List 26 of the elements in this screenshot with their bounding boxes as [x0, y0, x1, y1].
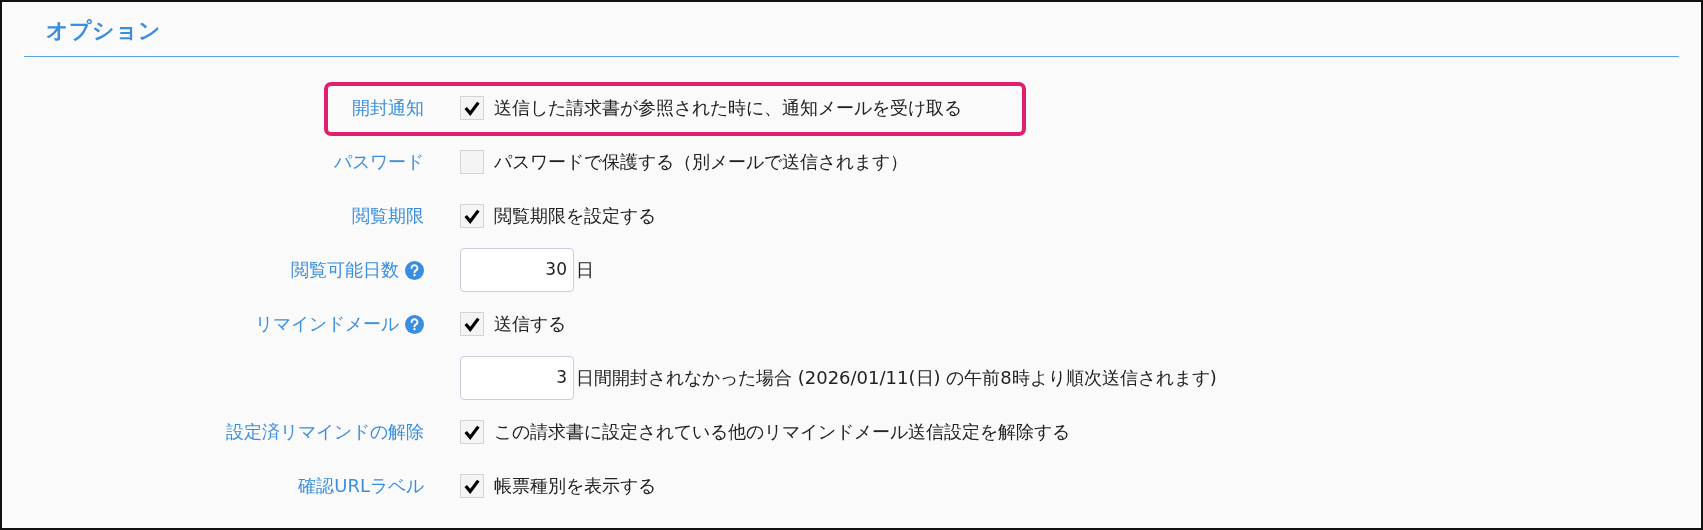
- field-label: 閲覧可能日数: [291, 258, 399, 282]
- checkbox[interactable]: [460, 150, 484, 174]
- field-label: 確認URLラベル: [298, 474, 424, 498]
- checkbox-label: 送信する: [494, 312, 566, 336]
- checkbox-label: パスワードで保護する（別メールで送信されます）: [494, 150, 908, 174]
- field-label: リマインドメール: [255, 312, 399, 336]
- field-label: 開封通知: [352, 96, 424, 120]
- help-icon[interactable]: [405, 260, 424, 280]
- checkbox-label: この請求書に設定されている他のリマインドメール送信設定を解除する: [494, 420, 1070, 444]
- number-field[interactable]: 3: [460, 356, 574, 400]
- checkbox[interactable]: [460, 204, 484, 228]
- checkbox[interactable]: [460, 312, 484, 336]
- field-suffix: 日: [576, 258, 594, 282]
- checkbox[interactable]: [460, 420, 484, 444]
- section-title: オプション: [45, 17, 162, 45]
- field-label: 設定済リマインドの解除: [226, 420, 424, 444]
- checkbox-label: 送信した請求書が参照された時に、通知メールを受け取る: [494, 96, 962, 120]
- checkbox[interactable]: [460, 96, 484, 120]
- number-field[interactable]: 30: [460, 248, 574, 292]
- field-label: パスワード: [334, 150, 424, 174]
- checkbox-label: 閲覧期限を設定する: [494, 204, 656, 228]
- checkbox-label: 帳票種別を表示する: [494, 474, 656, 498]
- help-icon[interactable]: [405, 314, 424, 334]
- checkbox[interactable]: [460, 474, 484, 498]
- field-label: 閲覧期限: [352, 204, 424, 228]
- field-suffix: 日間開封されなかった場合 (2026/01/11(日) の午前8時より順次送信されます): [576, 366, 1217, 390]
